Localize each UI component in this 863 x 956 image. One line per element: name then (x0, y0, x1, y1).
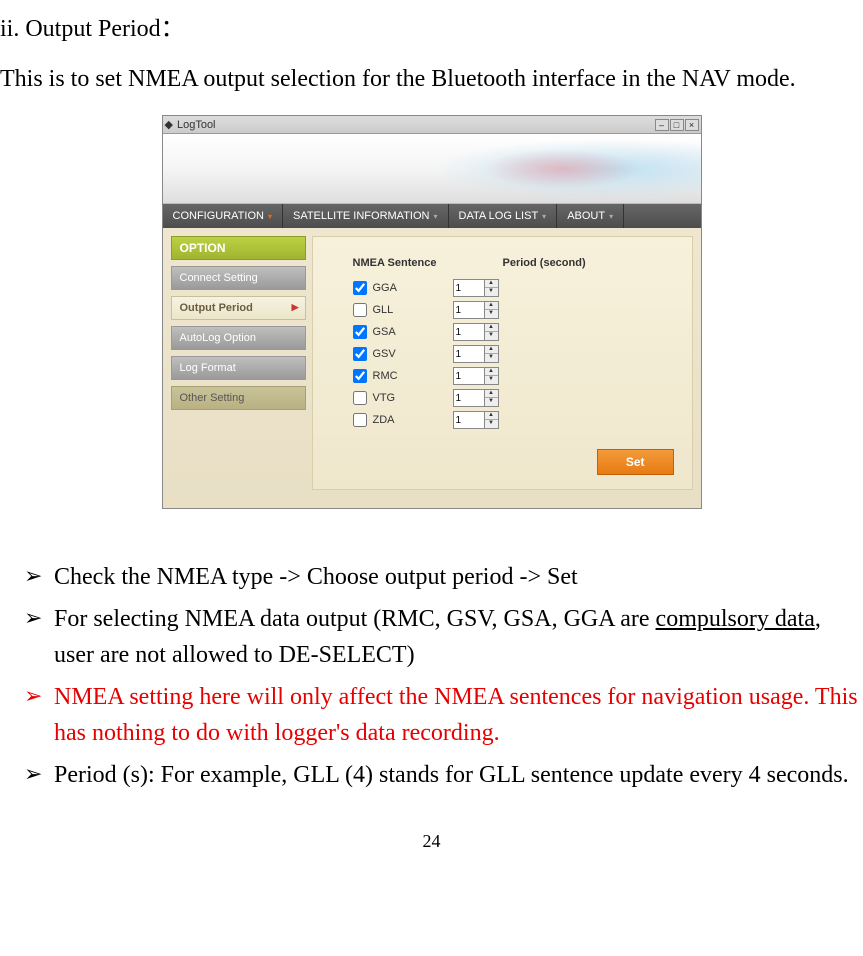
label-rmc: RMC (373, 370, 453, 382)
spin-down-icon[interactable]: ▼ (485, 332, 498, 340)
period-spinner-rmc[interactable]: ▲▼ (453, 367, 499, 385)
spin-down-icon[interactable]: ▼ (485, 398, 498, 406)
period-input-zda[interactable] (454, 412, 484, 428)
window-title: LogTool (177, 119, 216, 131)
spin-down-icon[interactable]: ▼ (485, 354, 498, 362)
label-gsv: GSV (373, 348, 453, 360)
section-heading: ii. Output Period： (0, 8, 863, 43)
set-button[interactable]: Set (597, 449, 674, 475)
window-titlebar: ◆ LogTool – □ × (163, 116, 701, 134)
spin-up-icon[interactable]: ▲ (485, 280, 498, 288)
main-navbar: CONFIGURATION▾ SATELLITE INFORMATION▾ DA… (163, 204, 701, 228)
label-gll: GLL (373, 304, 453, 316)
period-input-rmc[interactable] (454, 368, 484, 384)
label-gsa: GSA (373, 326, 453, 338)
spin-up-icon[interactable]: ▲ (485, 368, 498, 376)
bullet-4: Period (s): For example, GLL (4) stands … (24, 757, 863, 793)
checkbox-gga[interactable] (353, 281, 367, 295)
checkbox-vtg[interactable] (353, 391, 367, 405)
checkbox-gll[interactable] (353, 303, 367, 317)
spin-up-icon[interactable]: ▲ (485, 346, 498, 354)
bullet-2-text-a: For selecting NMEA data output (RMC, GSV… (54, 606, 656, 632)
label-gga: GGA (373, 282, 453, 294)
label-zda: ZDA (373, 414, 453, 426)
spin-down-icon[interactable]: ▼ (485, 288, 498, 296)
period-spinner-gga[interactable]: ▲▼ (453, 279, 499, 297)
spin-down-icon[interactable]: ▼ (485, 420, 498, 428)
sidebar-item-other-setting[interactable]: Other Setting (171, 386, 306, 410)
window-icon: ◆ (165, 118, 173, 131)
tab-satellite-info[interactable]: SATELLITE INFORMATION▾ (283, 204, 449, 228)
period-spinner-gll[interactable]: ▲▼ (453, 301, 499, 319)
spin-up-icon[interactable]: ▲ (485, 390, 498, 398)
period-spinner-zda[interactable]: ▲▼ (453, 411, 499, 429)
bullet-2: For selecting NMEA data output (RMC, GSV… (24, 601, 863, 673)
nmea-row-gll: GLL▲▼ (353, 301, 672, 319)
period-input-gsa[interactable] (454, 324, 484, 340)
sidebar-item-log-format[interactable]: Log Format (171, 356, 306, 380)
nmea-row-gsv: GSV▲▼ (353, 345, 672, 363)
spin-up-icon[interactable]: ▲ (485, 324, 498, 332)
nmea-row-vtg: VTG▲▼ (353, 389, 672, 407)
period-spinner-gsv[interactable]: ▲▼ (453, 345, 499, 363)
nmea-row-gsa: GSA▲▼ (353, 323, 672, 341)
close-button[interactable]: × (685, 119, 699, 131)
tab-about[interactable]: ABOUT▾ (557, 204, 624, 228)
page-number: 24 (0, 831, 863, 852)
checkbox-zda[interactable] (353, 413, 367, 427)
sidebar-item-autolog-option[interactable]: AutoLog Option (171, 326, 306, 350)
nmea-row-gga: GGA▲▼ (353, 279, 672, 297)
nmea-row-rmc: RMC▲▼ (353, 367, 672, 385)
banner-graphic (163, 134, 701, 204)
minimize-button[interactable]: – (655, 119, 669, 131)
checkbox-gsa[interactable] (353, 325, 367, 339)
tab-data-log-list[interactable]: DATA LOG LIST▾ (449, 204, 558, 228)
option-sidebar: OPTION Connect Setting Output Period Aut… (171, 236, 306, 490)
column-header-period: Period (second) (503, 257, 586, 269)
period-input-vtg[interactable] (454, 390, 484, 406)
logtool-window: ◆ LogTool – □ × CONFIGURATION▾ SATELLITE… (162, 115, 702, 509)
label-vtg: VTG (373, 392, 453, 404)
period-input-gga[interactable] (454, 280, 484, 296)
intro-paragraph: This is to set NMEA output selection for… (0, 63, 863, 95)
sidebar-item-connect-setting[interactable]: Connect Setting (171, 266, 306, 290)
maximize-button[interactable]: □ (670, 119, 684, 131)
spin-up-icon[interactable]: ▲ (485, 412, 498, 420)
bullet-3-warning: NMEA setting here will only affect the N… (24, 679, 863, 751)
spin-down-icon[interactable]: ▼ (485, 310, 498, 318)
spin-up-icon[interactable]: ▲ (485, 302, 498, 310)
period-input-gll[interactable] (454, 302, 484, 318)
checkbox-rmc[interactable] (353, 369, 367, 383)
tab-configuration[interactable]: CONFIGURATION▾ (163, 204, 283, 228)
spin-down-icon[interactable]: ▼ (485, 376, 498, 384)
sidebar-header: OPTION (171, 236, 306, 260)
content-panel: NMEA Sentence Period (second) GGA▲▼GLL▲▼… (312, 236, 693, 490)
column-header-sentence: NMEA Sentence (353, 257, 453, 269)
period-spinner-gsa[interactable]: ▲▼ (453, 323, 499, 341)
sidebar-item-output-period[interactable]: Output Period (171, 296, 306, 320)
period-spinner-vtg[interactable]: ▲▼ (453, 389, 499, 407)
period-input-gsv[interactable] (454, 346, 484, 362)
instruction-list: Check the NMEA type -> Choose output per… (24, 559, 863, 793)
nmea-row-zda: ZDA▲▼ (353, 411, 672, 429)
bullet-2-underline: compulsory data (656, 606, 815, 632)
checkbox-gsv[interactable] (353, 347, 367, 361)
bullet-1: Check the NMEA type -> Choose output per… (24, 559, 863, 595)
